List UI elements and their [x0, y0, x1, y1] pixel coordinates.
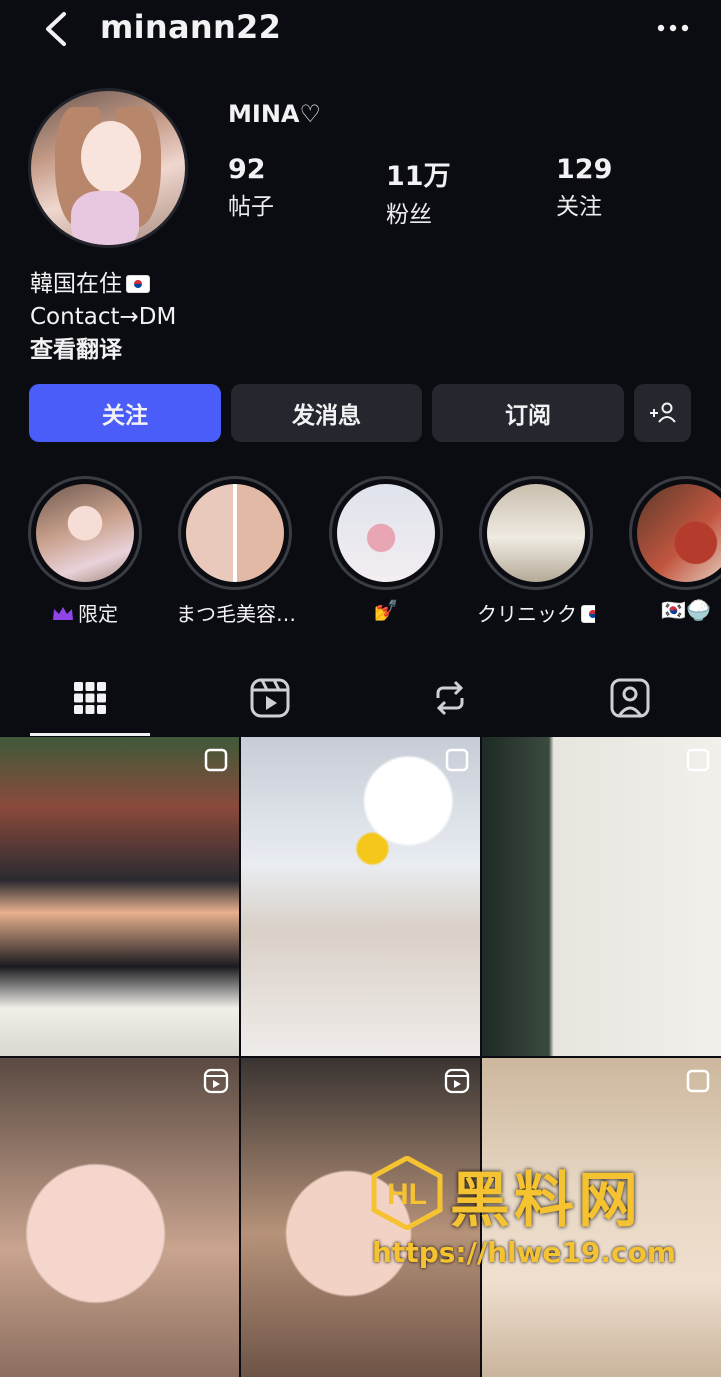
multi-photo-icon — [204, 748, 228, 772]
multi-photo-icon — [686, 1069, 710, 1093]
stat-value: 92 — [228, 154, 266, 185]
watermark: HL 黑料网 https://hlwe19.com — [370, 1152, 720, 1280]
highlight-label: まつ毛美容… — [176, 602, 294, 626]
korea-flag-icon — [581, 605, 595, 623]
see-translation-link[interactable]: 查看翻译 — [30, 334, 176, 367]
korea-flag-icon — [126, 275, 150, 293]
highlight-label: 💅 — [373, 598, 399, 622]
post-thumbnail[interactable] — [0, 737, 239, 1056]
post-thumbnail[interactable] — [241, 737, 480, 1056]
highlight-item[interactable]: 🇰🇷🍚 — [627, 476, 721, 622]
reel-icon — [203, 1068, 229, 1094]
story-highlights: 限定 まつ毛美容… 💅 クリニック 🇰🇷🍚 — [0, 476, 721, 636]
watermark-logo-icon: HL — [371, 1156, 443, 1230]
back-arrow-icon[interactable] — [38, 10, 74, 48]
post-thumbnail[interactable] — [0, 1058, 239, 1377]
post-thumbnail[interactable] — [482, 737, 721, 1056]
subscribe-button[interactable]: 订阅 — [432, 384, 624, 442]
add-person-icon — [649, 402, 676, 423]
highlight-label: クリニック — [477, 602, 577, 626]
tab-reels[interactable] — [180, 660, 360, 736]
tagged-icon — [610, 678, 650, 718]
stat-followers[interactable]: 11万 粉丝 — [386, 154, 451, 229]
suggest-people-button[interactable] — [634, 384, 691, 442]
watermark-title: 黑料网 — [450, 1166, 642, 1236]
top-bar: minann22 — [0, 0, 721, 58]
stat-following[interactable]: 129 关注 — [556, 154, 612, 221]
highlight-item[interactable]: クリニック — [477, 476, 595, 627]
display-name: MINA♡ — [228, 100, 321, 128]
more-options-icon[interactable] — [655, 18, 691, 38]
highlight-item[interactable]: 💅 — [327, 476, 445, 622]
reel-icon — [444, 1068, 470, 1094]
profile-tabs — [0, 660, 721, 736]
watermark-url: https://hlwe19.com — [372, 1236, 677, 1269]
bio-line-2: Contact→DM — [30, 304, 177, 330]
highlight-label: 限定 — [78, 602, 118, 626]
svg-text:HL: HL — [387, 1178, 427, 1211]
stat-value: 129 — [556, 154, 613, 185]
stat-label: 帖子 — [228, 194, 274, 220]
multi-photo-icon — [686, 748, 710, 772]
follow-button[interactable]: 关注 — [29, 384, 221, 442]
profile-bio: 韓国在住 Contact→DM 查看翻译 — [30, 268, 176, 367]
grid-icon — [74, 682, 106, 714]
stat-label: 粉丝 — [386, 202, 432, 228]
multi-photo-icon — [445, 748, 469, 772]
highlight-label: 🇰🇷🍚 — [661, 598, 711, 622]
profile-username: minann22 — [100, 8, 282, 46]
reels-icon — [250, 678, 290, 718]
highlight-item[interactable]: まつ毛美容… — [176, 476, 294, 627]
crown-icon — [53, 607, 73, 620]
stat-label: 关注 — [556, 194, 602, 220]
stat-posts[interactable]: 92 帖子 — [228, 154, 274, 221]
tab-posts[interactable] — [0, 660, 180, 736]
highlight-item[interactable]: 限定 — [26, 476, 144, 627]
tab-reposts[interactable] — [360, 660, 540, 736]
bio-line-1: 韓国在住 — [30, 271, 122, 297]
stat-value: 11万 — [386, 161, 451, 192]
message-button[interactable]: 发消息 — [231, 384, 422, 442]
profile-avatar[interactable] — [28, 88, 188, 248]
tab-tagged[interactable] — [540, 660, 720, 736]
reposts-icon — [436, 680, 464, 716]
